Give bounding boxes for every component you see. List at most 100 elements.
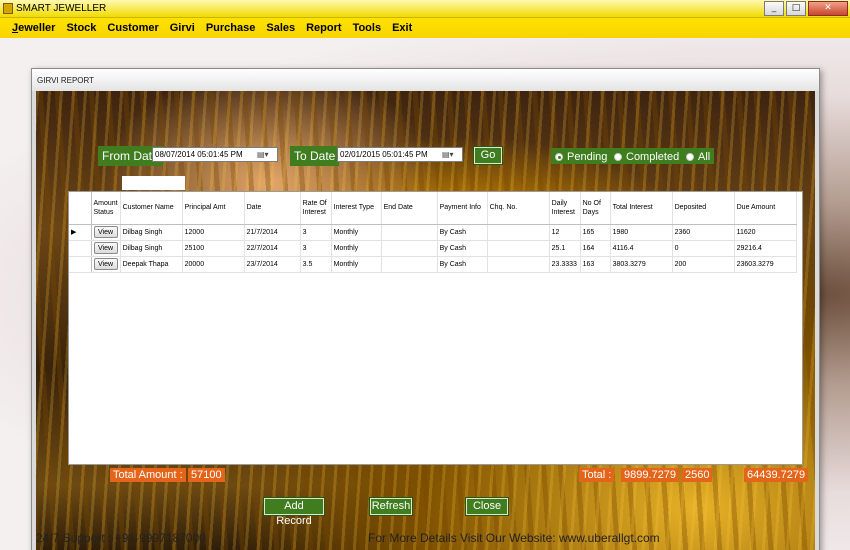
radio-all[interactable]: All — [682, 148, 715, 164]
close-window-button[interactable]: ✕ — [808, 1, 848, 16]
cell-interest-type[interactable]: Monthly — [331, 224, 382, 241]
cell-daily-interest[interactable]: 23.3333 — [549, 256, 581, 273]
cell-chq-no[interactable] — [487, 224, 550, 241]
menu-sales[interactable]: Sales — [262, 18, 302, 34]
cell-daily-interest[interactable]: 12 — [549, 224, 581, 241]
girvi-grid[interactable]: Amount Status Customer Name Principal Am… — [68, 191, 803, 465]
menu-purchase[interactable]: Purchase — [202, 18, 263, 34]
col-total-interest[interactable]: Total Interest — [610, 192, 673, 225]
add-record-button[interactable]: Add Record — [263, 497, 325, 527]
cell-total-interest[interactable]: 4116.4 — [610, 240, 673, 257]
col-end-date[interactable]: End Date — [381, 192, 438, 225]
col-rate-of-interest[interactable]: Rate Of Interest — [300, 192, 332, 225]
menu-exit[interactable]: Exit — [388, 18, 419, 34]
col-daily-interest[interactable]: Daily Interest — [549, 192, 581, 225]
view-button[interactable]: View — [93, 226, 118, 238]
cell-deposited[interactable]: 0 — [672, 240, 735, 257]
close-button[interactable]: Close — [465, 497, 509, 516]
radio-dot — [686, 153, 694, 161]
cell-due-amount[interactable]: 29216.4 — [734, 240, 797, 257]
background: GIRVI REPORT From Date 08/07/2014 05:01:… — [0, 38, 850, 550]
menu-stock[interactable]: Stock — [62, 18, 103, 34]
view-button[interactable]: View — [93, 242, 118, 254]
cell-principal-amt[interactable]: 20000 — [182, 256, 245, 273]
go-button[interactable]: Go — [473, 146, 503, 165]
col-due-amount[interactable]: Due Amount — [734, 192, 797, 225]
cell-end-date[interactable] — [381, 240, 438, 257]
cell-amount-status: View — [91, 256, 121, 273]
cell-deposited[interactable]: 200 — [672, 256, 735, 273]
calendar-icon[interactable]: ▤▾ — [442, 149, 460, 160]
cell-date[interactable]: 22/7/2014 — [244, 240, 301, 257]
cell-total-interest[interactable]: 1980 — [610, 224, 673, 241]
col-no-of-days[interactable]: No Of Days — [580, 192, 611, 225]
col-amount-status[interactable]: Amount Status — [91, 192, 121, 225]
table-row[interactable]: ▶ View Dilbag Singh 12000 21/7/2014 3 Monthly B… — [69, 224, 797, 241]
cell-end-date[interactable] — [381, 224, 438, 241]
cell-chq-no[interactable] — [487, 256, 550, 273]
cell-rate-of-interest[interactable]: 3 — [300, 240, 332, 257]
cell-due-amount[interactable]: 11620 — [734, 224, 797, 241]
cell-customer-name[interactable]: Dilbag Singh — [120, 240, 183, 257]
col-payment-info[interactable]: Payment Info — [437, 192, 488, 225]
cell-interest-type[interactable]: Monthly — [331, 240, 382, 257]
cell-amount-status: View — [91, 240, 121, 257]
to-date-label: To Date — [290, 146, 340, 166]
minimize-button[interactable]: _ — [764, 1, 784, 16]
cell-rate-of-interest[interactable]: 3 — [300, 224, 332, 241]
menu-jeweller[interactable]: Jeweller — [8, 18, 62, 34]
total-amount-value: 57100 — [188, 468, 225, 482]
col-date[interactable]: Date — [244, 192, 301, 225]
cell-date[interactable]: 23/7/2014 — [244, 256, 301, 273]
cell-due-amount[interactable]: 23603.3279 — [734, 256, 797, 273]
cell-no-of-days[interactable]: 165 — [580, 224, 611, 241]
radio-completed[interactable]: Completed — [610, 148, 684, 164]
refresh-button[interactable]: Refresh — [369, 497, 413, 516]
col-principal-amt[interactable]: Principal Amt — [182, 192, 245, 225]
calendar-icon[interactable]: ▤▾ — [257, 149, 275, 160]
row-header[interactable] — [69, 240, 92, 257]
cell-interest-type[interactable]: Monthly — [331, 256, 382, 273]
girvi-table: Amount Status Customer Name Principal Am… — [69, 192, 797, 273]
cell-customer-name[interactable]: Deepak Thapa — [120, 256, 183, 273]
window-controls: _ □ ✕ — [764, 1, 848, 16]
cell-rate-of-interest[interactable]: 3.5 — [300, 256, 332, 273]
row-header[interactable] — [69, 256, 92, 273]
blank-field — [122, 176, 185, 190]
menu-girvi[interactable]: Girvi — [166, 18, 202, 34]
radio-pending[interactable]: Pending — [551, 148, 612, 164]
cell-chq-no[interactable] — [487, 240, 550, 257]
menu-tools[interactable]: Tools — [349, 18, 389, 34]
website-text: For More Details Visit Our Website: www.… — [368, 531, 660, 545]
total-label: Total : — [579, 468, 615, 482]
cell-principal-amt[interactable]: 12000 — [182, 224, 245, 241]
menu-customer[interactable]: Customer — [103, 18, 165, 34]
cell-no-of-days[interactable]: 163 — [580, 256, 611, 273]
maximize-button[interactable]: □ — [786, 1, 806, 16]
view-button[interactable]: View — [93, 258, 118, 270]
cell-date[interactable]: 21/7/2014 — [244, 224, 301, 241]
col-interest-type[interactable]: Interest Type — [331, 192, 382, 225]
menu-report[interactable]: Report — [302, 18, 348, 34]
col-chq-no[interactable]: Chq. No. — [487, 192, 550, 225]
col-customer-name[interactable]: Customer Name — [120, 192, 183, 225]
table-row[interactable]: View Dilbag Singh 25100 22/7/2014 3 Monthly By… — [69, 240, 797, 257]
dialog-body: From Date 08/07/2014 05:01:45 PM ▤▾ To D… — [36, 91, 815, 550]
col-deposited[interactable]: Deposited — [672, 192, 735, 225]
to-date-picker[interactable]: 02/01/2015 05:01:45 PM ▤▾ — [337, 147, 463, 162]
cell-deposited[interactable]: 2360 — [672, 224, 735, 241]
cell-no-of-days[interactable]: 164 — [580, 240, 611, 257]
cell-payment-info[interactable]: By Cash — [437, 256, 488, 273]
from-date-picker[interactable]: 08/07/2014 05:01:45 PM ▤▾ — [152, 147, 278, 162]
cell-payment-info[interactable]: By Cash — [437, 224, 488, 241]
cell-payment-info[interactable]: By Cash — [437, 240, 488, 257]
cell-principal-amt[interactable]: 25100 — [182, 240, 245, 257]
current-row-arrow-icon: ▶ — [71, 228, 77, 236]
cell-customer-name[interactable]: Dilbag Singh — [120, 224, 183, 241]
table-row[interactable]: View Deepak Thapa 20000 23/7/2014 3.5 Monthly… — [69, 256, 797, 273]
cell-total-interest[interactable]: 3803.3279 — [610, 256, 673, 273]
cell-daily-interest[interactable]: 25.1 — [549, 240, 581, 257]
total-interest-value: 9899.7279 — [621, 468, 679, 482]
cell-end-date[interactable] — [381, 256, 438, 273]
row-header[interactable]: ▶ — [69, 224, 92, 241]
